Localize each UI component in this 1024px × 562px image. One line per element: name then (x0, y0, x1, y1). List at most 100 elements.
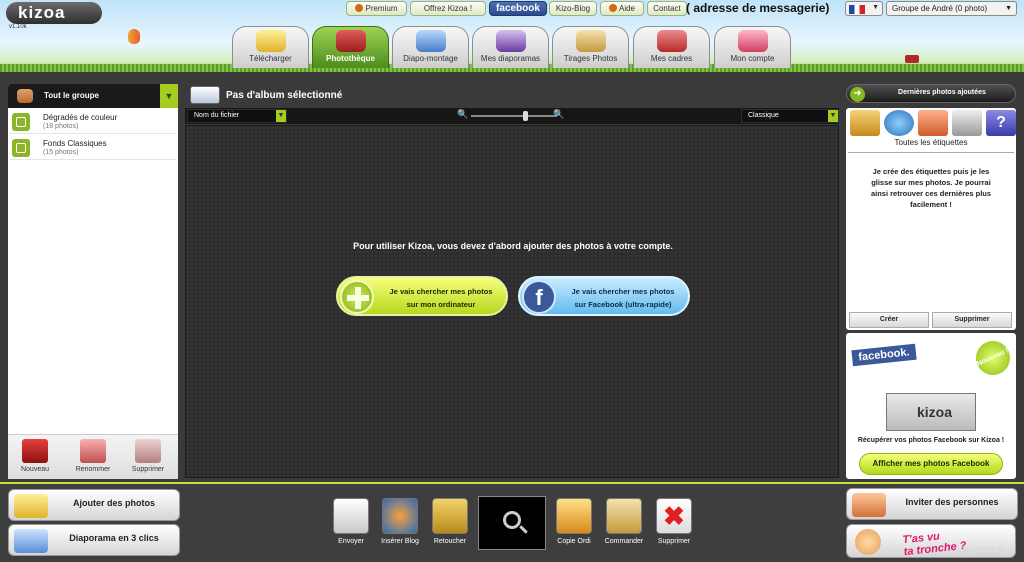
create-tag-button[interactable]: Créer (849, 312, 929, 328)
balloon-icon (128, 29, 140, 44)
sort-toolbar: Nom du fichier ▼ 🔍 🔍 Classique ▼ (185, 108, 839, 124)
show-facebook-photos-button[interactable]: Afficher mes photos Facebook (859, 453, 1003, 475)
delete-album-button[interactable]: Supprimer (125, 439, 171, 473)
tag-tabs: ? (848, 110, 1016, 136)
email-address: ( adresse de messagerie) (686, 1, 830, 15)
magnifier-icon (503, 511, 521, 529)
copyright: © 2010 (962, 544, 1005, 559)
plus-icon (340, 280, 374, 314)
language-select[interactable]: ▼ (845, 1, 883, 16)
photo-preview[interactable] (478, 496, 546, 550)
order-icon (606, 498, 642, 534)
chevron-down-icon: ▼ (828, 110, 838, 122)
tab-photo-library[interactable]: Photothèque (312, 26, 389, 68)
computer-copy-icon (556, 498, 592, 534)
group-select[interactable]: Groupe de André (0 photo) ▼ (886, 1, 1017, 16)
prints-icon (575, 30, 606, 52)
tractor-icon (905, 55, 919, 63)
tab-tags-icon[interactable] (850, 110, 880, 136)
sort-select[interactable]: Nom du fichier ▼ (187, 109, 287, 123)
copy-to-computer-button[interactable]: Copie Ordi (554, 498, 594, 552)
zoom-slider-track[interactable] (471, 115, 557, 117)
slideshow-icon (14, 529, 48, 553)
tab-prints[interactable]: Tirages Photos (552, 26, 629, 68)
kizoa-logo[interactable]: kizoa (6, 2, 102, 24)
album-title-bar: Pas d'album sélectionné (190, 86, 840, 106)
rename-icon (80, 439, 106, 463)
new-album-button[interactable]: Nouveau (12, 439, 58, 473)
premium-link[interactable]: Premium (346, 1, 407, 16)
album-icon (12, 113, 30, 131)
add-photos-icon (14, 494, 48, 518)
blog-link[interactable]: Kizo-Blog (549, 1, 597, 16)
globe-icon (382, 498, 418, 534)
recent-photos-button[interactable]: ➜ Dernières photos ajoutées (846, 84, 1016, 103)
gift-link[interactable]: Offrez Kizoa ! (410, 1, 486, 16)
facebook-link[interactable]: facebook (489, 1, 547, 16)
help-icon (608, 4, 617, 12)
tab-my-slideshows[interactable]: Mes diaporamas (472, 26, 549, 68)
group-icon (17, 89, 33, 103)
header: kizoa v1.10k Premium Offrez Kizoa ! face… (0, 0, 1024, 72)
my-slideshows-icon (495, 30, 526, 52)
promo-screenshot: kizoa (886, 393, 976, 431)
box-icon[interactable] (952, 110, 982, 136)
photo-library-icon (335, 30, 366, 52)
tab-account[interactable]: Mon compte (714, 26, 791, 68)
frames-icon (656, 30, 687, 52)
tags-help-text: Je crée des étiquettes puis je les gliss… (870, 167, 992, 209)
chevron-down-icon[interactable]: ▼ (160, 84, 178, 108)
account-icon (737, 30, 768, 52)
zoom-in-icon[interactable]: 🔍 (553, 109, 564, 120)
tab-frames[interactable]: Mes cadres (633, 26, 710, 68)
zoom-out-icon[interactable]: 🔍 (457, 109, 468, 120)
album-item[interactable]: Dégradés de couleur (18 photos) (10, 110, 176, 134)
facebook-icon: f (522, 280, 556, 314)
tab-slideshow-edit[interactable]: Diapo-montage (392, 26, 469, 68)
chevron-down-icon: ▼ (872, 4, 879, 11)
help-icon[interactable]: ? (986, 110, 1016, 136)
empty-state-message: Pour utiliser Kizoa, vous devez d'abord … (353, 241, 673, 251)
close-icon: ✖ (656, 498, 692, 534)
contact-link[interactable]: Contact (647, 1, 687, 16)
album-book-icon (190, 86, 220, 104)
zoom-slider-thumb[interactable] (523, 111, 528, 121)
divider (848, 152, 1014, 153)
upload-from-computer-button[interactable]: Je vais chercher mes photos sur mon ordin… (336, 276, 508, 316)
add-photos-button[interactable]: Ajouter des photos (8, 489, 180, 521)
insert-blog-button[interactable]: Insérer Blog (380, 498, 420, 552)
bottom-toolbar: Ajouter des photos Diaporama en 3 clics … (0, 482, 1024, 562)
group-filter[interactable]: Tout le groupe ▼ (8, 84, 178, 108)
facebook-badge: facebook. (851, 343, 917, 367)
new-album-icon (22, 439, 48, 463)
tab-download[interactable]: Télécharger (232, 26, 309, 68)
photo-grid[interactable]: Pour utiliser Kizoa, vous devez d'abord … (185, 125, 839, 478)
envelope-icon (333, 498, 369, 534)
delete-icon (135, 439, 161, 463)
album-title: Pas d'album sélectionné (226, 90, 343, 101)
new-badge: Nouveau ! (970, 335, 1016, 381)
people-icon[interactable] (918, 110, 948, 136)
album-item[interactable]: Fonds Classiques (15 photos) (10, 136, 176, 160)
quick-slideshow-button[interactable]: Diaporama en 3 clics (8, 524, 180, 556)
invite-people-button[interactable]: Inviter des personnes (846, 488, 1018, 520)
album-panel: Tout le groupe ▼ Dégradés de couleur (18… (8, 84, 178, 479)
delete-tag-button[interactable]: Supprimer (932, 312, 1012, 328)
send-button[interactable]: Envoyer (331, 498, 371, 552)
delete-photo-button[interactable]: ✖ Supprimer (654, 498, 694, 552)
download-icon (255, 30, 286, 52)
order-button[interactable]: Commander (604, 498, 644, 552)
tags-title: Toutes les étiquettes (894, 138, 968, 147)
help-link[interactable]: Aide (600, 1, 644, 16)
chevron-down-icon: ▼ (1005, 5, 1012, 12)
view-mode-select[interactable]: Classique ▼ (741, 109, 839, 123)
version-label: v1.10k (9, 24, 27, 30)
brush-icon (432, 498, 468, 534)
globe-icon[interactable] (884, 110, 914, 136)
retouch-button[interactable]: Retoucher (430, 498, 470, 552)
rename-album-button[interactable]: Renommer (70, 439, 116, 473)
facebook-promo: facebook. Nouveau ! kizoa Récupérer vos … (846, 333, 1016, 479)
chevron-down-icon: ▼ (276, 110, 286, 122)
import-from-facebook-button[interactable]: f Je vais chercher mes photos sur Faceboo… (518, 276, 690, 316)
album-toolbar: Nouveau Renommer Supprimer (8, 434, 178, 479)
